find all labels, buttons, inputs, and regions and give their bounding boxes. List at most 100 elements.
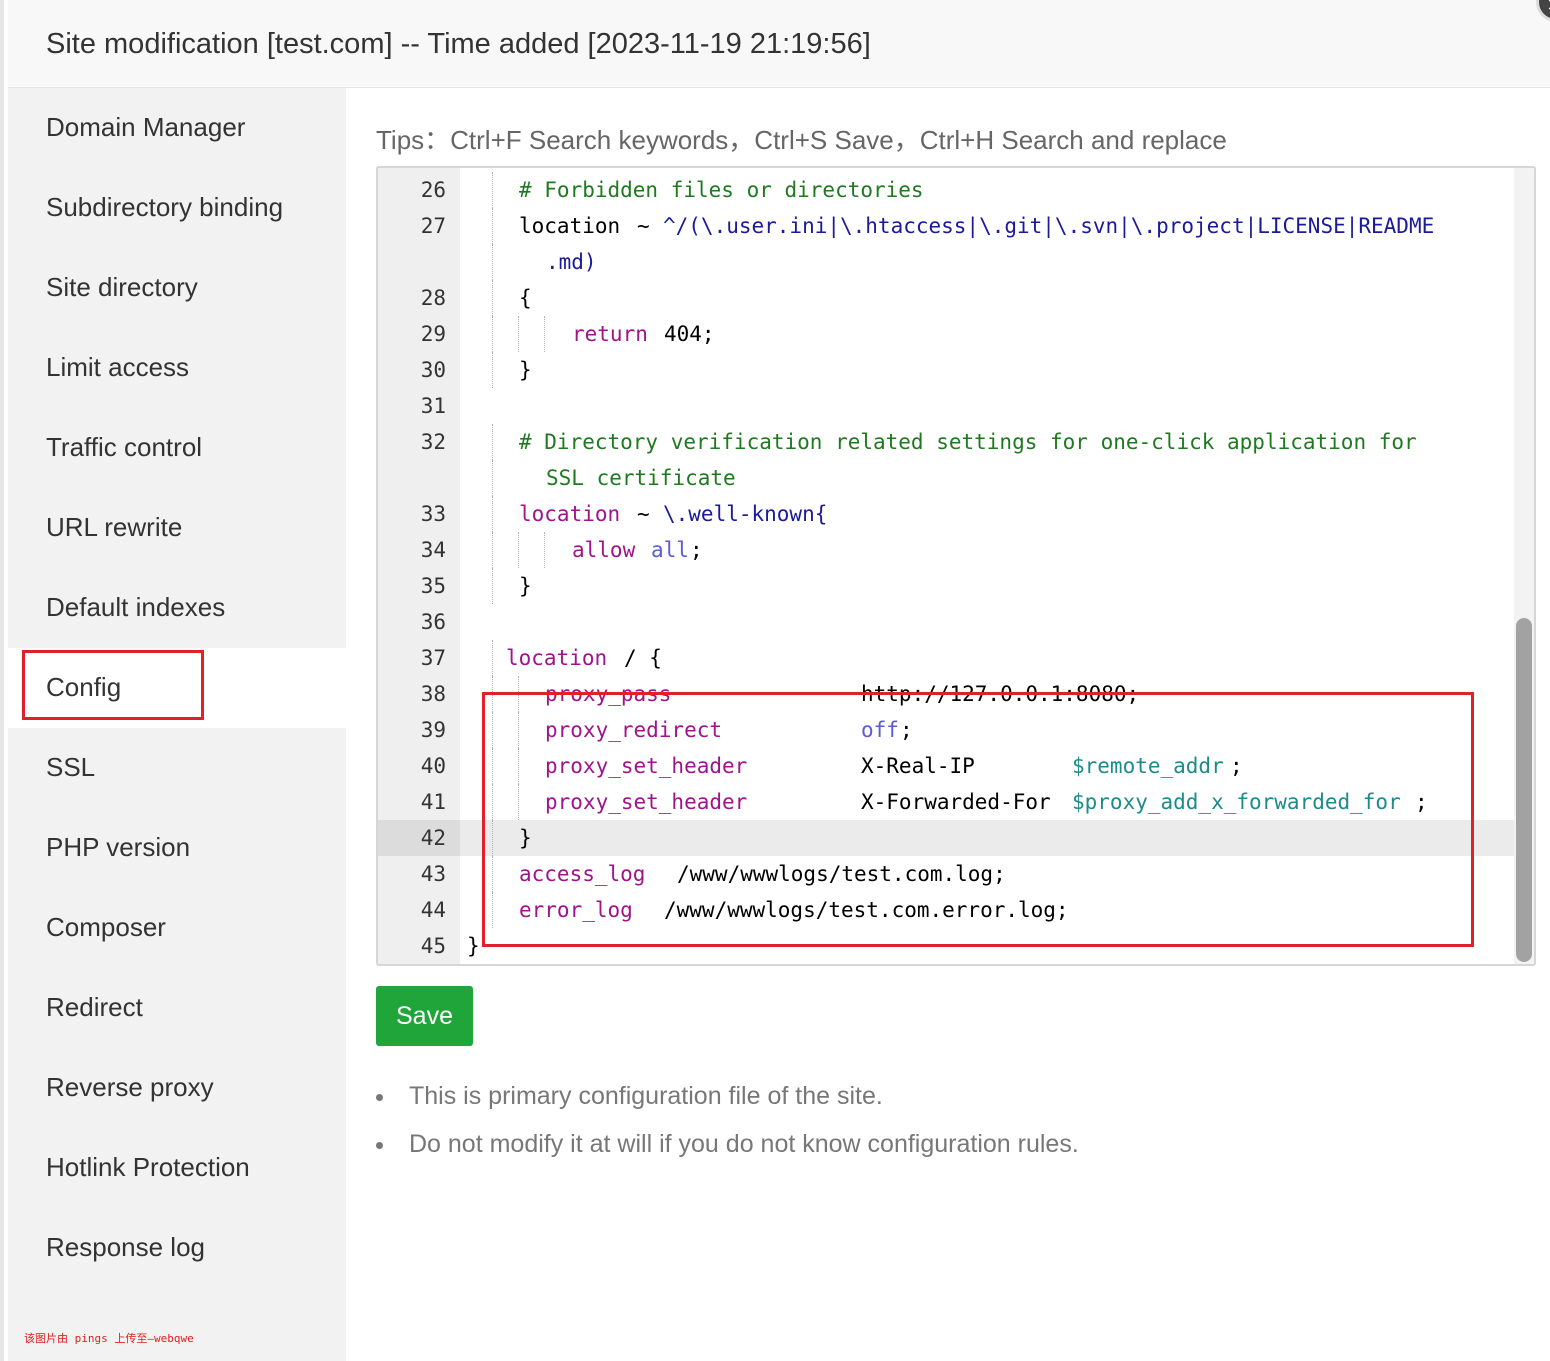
indent-guide (492, 352, 493, 388)
sidebar-item-label: Config (46, 672, 122, 702)
indent-guide (492, 460, 493, 496)
line-number: 38 (420, 682, 446, 706)
indent-guide (492, 424, 493, 460)
line-number: 34 (420, 538, 446, 562)
code-keyword: location (519, 502, 621, 526)
code-regex: .md) (546, 250, 597, 274)
line-number: 45 (420, 934, 446, 958)
editor-tips: Tips：Ctrl+F Search keywords，Ctrl+S Save，… (376, 125, 1227, 155)
code-comment: SSL certificate (546, 466, 736, 490)
sidebar-item-label: Response log (46, 1232, 205, 1262)
code-keyword: location (506, 646, 608, 670)
dialog-title: Site modification [test.com] -- Time add… (46, 28, 871, 60)
line-number: 26 (420, 178, 446, 202)
indent-guide (492, 280, 493, 316)
sidebar-item-domain-manager[interactable]: Domain Manager (8, 88, 346, 168)
save-button[interactable]: Save (376, 986, 473, 1046)
line-number: 31 (420, 394, 446, 418)
line-number: 39 (420, 718, 446, 742)
sidebar-item-hotlink-protection[interactable]: Hotlink Protection (8, 1128, 346, 1208)
note-text: Do not modify it at will if you do not k… (409, 1130, 1079, 1158)
indent-guide (492, 208, 493, 244)
line-number: 35 (420, 574, 446, 598)
sidebar-item-label: Hotlink Protection (46, 1152, 250, 1182)
indent-guide (518, 316, 519, 352)
code-brace: } (467, 934, 480, 958)
sidebar-item-label: Composer (46, 912, 166, 942)
line-number: 37 (420, 646, 446, 670)
code-brace: { (519, 286, 532, 310)
sidebar-item-subdirectory-binding[interactable]: Subdirectory binding (8, 168, 346, 248)
code-editor[interactable]: 26 27 28 29 30 31 32 33 34 35 36 37 38 3… (376, 166, 1536, 966)
code-operator: ~ (637, 214, 650, 238)
sidebar-item-traffic-control[interactable]: Traffic control (8, 408, 346, 488)
sidebar-item-label: Subdirectory binding (46, 192, 284, 222)
line-number: 30 (420, 358, 446, 382)
sidebar-item-label: Domain Manager (46, 112, 246, 142)
sidebar-item-label: Traffic control (46, 432, 203, 462)
sidebar-item-label: Site directory (46, 272, 198, 302)
sidebar-item-label: SSL (46, 752, 96, 782)
code-value: all (651, 538, 689, 562)
sidebar-item-reverse-proxy[interactable]: Reverse proxy (8, 1048, 346, 1128)
indent-guide (492, 244, 493, 280)
code-keyword: allow (572, 538, 636, 562)
watermark-text: 该图片由 pings 上传至—webqwe (24, 1332, 194, 1345)
indent-guide (492, 640, 493, 676)
line-number: 33 (420, 502, 446, 526)
indent-guide (492, 496, 493, 532)
line-number: 28 (420, 286, 446, 310)
indent-guide (492, 568, 493, 604)
sidebar-item-composer[interactable]: Composer (8, 888, 346, 968)
code-regex: \.well-known{ (663, 502, 828, 526)
code-comment: # Forbidden files or directories (519, 178, 924, 202)
code-punct: ; (690, 538, 703, 562)
code-keyword: return (572, 322, 648, 346)
line-number: 36 (420, 610, 446, 634)
indent-guide (492, 172, 493, 208)
indent-guide (518, 532, 519, 568)
sidebar-item-label: PHP version (46, 832, 191, 862)
code-operator: ~ (637, 502, 650, 526)
sidebar-item-default-indexes[interactable]: Default indexes (8, 568, 346, 648)
code-value: / { (624, 646, 662, 670)
indent-guide (544, 532, 545, 568)
indent-guide (544, 316, 545, 352)
code-comment: # Directory verification related setting… (519, 430, 1417, 454)
line-number: 40 (420, 754, 446, 778)
line-number: 32 (420, 430, 446, 454)
line-number: 43 (420, 862, 446, 886)
sidebar-item-ssl[interactable]: SSL (8, 728, 346, 808)
bullet-icon (376, 1142, 383, 1149)
sidebar-item-config[interactable]: Config (8, 648, 346, 728)
sidebar-item-label: Limit access (46, 352, 190, 382)
sidebar-item-label: Default indexes (46, 592, 226, 622)
sidebar-item-response-log[interactable]: Response log (8, 1208, 346, 1288)
annotation-box-location-block (482, 692, 1474, 947)
site-modification-dialog: Site modification [test.com] -- Time add… (0, 0, 1550, 1361)
sidebar-item-redirect[interactable]: Redirect (8, 968, 346, 1048)
sidebar-item-label: URL rewrite (46, 512, 183, 542)
note-text: This is primary configuration file of th… (409, 1082, 883, 1110)
editor-scrollbar-thumb[interactable] (1516, 618, 1532, 962)
bullet-icon (376, 1094, 383, 1101)
config-panel: Tips：Ctrl+F Search keywords，Ctrl+S Save，… (346, 88, 1550, 1361)
line-number: 44 (420, 898, 446, 922)
line-number: 29 (420, 322, 446, 346)
sidebar-item-limit-access[interactable]: Limit access (8, 328, 346, 408)
line-number: 41 (420, 790, 446, 814)
dialog-titlebar: Site modification [test.com] -- Time add… (8, 0, 1550, 88)
sidebar-item-site-directory[interactable]: Site directory (8, 248, 346, 328)
sidebar-item-php-version[interactable]: PHP version (8, 808, 346, 888)
code-value: 404; (664, 322, 715, 346)
indent-guide (492, 316, 493, 352)
code-keyword: location (519, 214, 621, 238)
indent-guide (492, 532, 493, 568)
code-brace: } (519, 574, 532, 598)
sidebar-item-label: Redirect (46, 992, 143, 1022)
sidebar-nav: Domain Manager Subdirectory binding Site… (8, 88, 346, 1361)
line-number: 42 (420, 826, 446, 850)
line-number: 27 (420, 214, 446, 238)
code-regex: ^/(\.user.ini|\.htaccess|\.git|\.svn|\.p… (663, 214, 1435, 238)
sidebar-item-url-rewrite[interactable]: URL rewrite (8, 488, 346, 568)
